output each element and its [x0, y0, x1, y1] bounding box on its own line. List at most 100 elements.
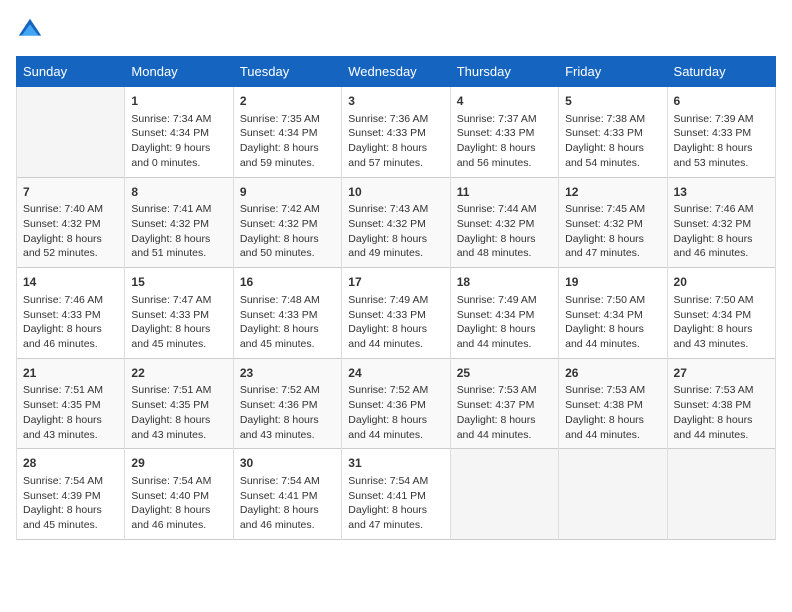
day-number: 2: [240, 93, 335, 110]
day-info: Sunrise: 7:54 AM Sunset: 4:41 PM Dayligh…: [348, 474, 443, 533]
calendar-cell: 10Sunrise: 7:43 AM Sunset: 4:32 PM Dayli…: [342, 177, 450, 268]
day-info: Sunrise: 7:52 AM Sunset: 4:36 PM Dayligh…: [348, 383, 443, 442]
calendar-cell: 23Sunrise: 7:52 AM Sunset: 4:36 PM Dayli…: [233, 358, 341, 449]
calendar-cell: 14Sunrise: 7:46 AM Sunset: 4:33 PM Dayli…: [17, 268, 125, 359]
day-info: Sunrise: 7:47 AM Sunset: 4:33 PM Dayligh…: [131, 293, 226, 352]
calendar-cell: [559, 449, 667, 540]
day-info: Sunrise: 7:42 AM Sunset: 4:32 PM Dayligh…: [240, 202, 335, 261]
day-number: 15: [131, 274, 226, 291]
day-info: Sunrise: 7:52 AM Sunset: 4:36 PM Dayligh…: [240, 383, 335, 442]
day-info: Sunrise: 7:54 AM Sunset: 4:41 PM Dayligh…: [240, 474, 335, 533]
calendar-cell: 4Sunrise: 7:37 AM Sunset: 4:33 PM Daylig…: [450, 87, 558, 178]
calendar-cell: 26Sunrise: 7:53 AM Sunset: 4:38 PM Dayli…: [559, 358, 667, 449]
day-number: 19: [565, 274, 660, 291]
calendar-cell: [17, 87, 125, 178]
calendar-cell: 27Sunrise: 7:53 AM Sunset: 4:38 PM Dayli…: [667, 358, 775, 449]
day-info: Sunrise: 7:43 AM Sunset: 4:32 PM Dayligh…: [348, 202, 443, 261]
day-info: Sunrise: 7:35 AM Sunset: 4:34 PM Dayligh…: [240, 112, 335, 171]
day-info: Sunrise: 7:49 AM Sunset: 4:33 PM Dayligh…: [348, 293, 443, 352]
day-info: Sunrise: 7:39 AM Sunset: 4:33 PM Dayligh…: [674, 112, 769, 171]
day-info: Sunrise: 7:37 AM Sunset: 4:33 PM Dayligh…: [457, 112, 552, 171]
column-header-tuesday: Tuesday: [233, 57, 341, 87]
day-info: Sunrise: 7:49 AM Sunset: 4:34 PM Dayligh…: [457, 293, 552, 352]
column-header-monday: Monday: [125, 57, 233, 87]
calendar-cell: 16Sunrise: 7:48 AM Sunset: 4:33 PM Dayli…: [233, 268, 341, 359]
day-number: 5: [565, 93, 660, 110]
calendar-header: SundayMondayTuesdayWednesdayThursdayFrid…: [17, 57, 776, 87]
day-info: Sunrise: 7:53 AM Sunset: 4:38 PM Dayligh…: [674, 383, 769, 442]
day-number: 1: [131, 93, 226, 110]
day-number: 20: [674, 274, 769, 291]
calendar-cell: 25Sunrise: 7:53 AM Sunset: 4:37 PM Dayli…: [450, 358, 558, 449]
day-info: Sunrise: 7:53 AM Sunset: 4:38 PM Dayligh…: [565, 383, 660, 442]
day-number: 28: [23, 455, 118, 472]
day-info: Sunrise: 7:51 AM Sunset: 4:35 PM Dayligh…: [131, 383, 226, 442]
calendar-cell: 13Sunrise: 7:46 AM Sunset: 4:32 PM Dayli…: [667, 177, 775, 268]
calendar-cell: [667, 449, 775, 540]
day-info: Sunrise: 7:40 AM Sunset: 4:32 PM Dayligh…: [23, 202, 118, 261]
day-info: Sunrise: 7:50 AM Sunset: 4:34 PM Dayligh…: [674, 293, 769, 352]
day-info: Sunrise: 7:46 AM Sunset: 4:32 PM Dayligh…: [674, 202, 769, 261]
day-number: 13: [674, 184, 769, 201]
day-info: Sunrise: 7:48 AM Sunset: 4:33 PM Dayligh…: [240, 293, 335, 352]
calendar-week-5: 28 Sunrise: 7:54 AM Sunset: 4:39 PM Dayli…: [17, 449, 776, 540]
calendar-week-3: 14Sunrise: 7:46 AM Sunset: 4:33 PM Dayli…: [17, 268, 776, 359]
column-header-sunday: Sunday: [17, 57, 125, 87]
day-number: 27: [674, 365, 769, 382]
day-number: 11: [457, 184, 552, 201]
calendar-cell: 11Sunrise: 7:44 AM Sunset: 4:32 PM Dayli…: [450, 177, 558, 268]
calendar-cell: 3Sunrise: 7:36 AM Sunset: 4:33 PM Daylig…: [342, 87, 450, 178]
calendar-cell: 17 Sunrise: 7:49 AM Sunset: 4:33 PM Dayli…: [342, 268, 450, 359]
calendar-cell: 18 Sunrise: 7:49 AM Sunset: 4:34 PM Dayli…: [450, 268, 558, 359]
day-info: Sunrise: 7:54 AM Sunset: 4:40 PM Dayligh…: [131, 474, 226, 533]
day-number: 10: [348, 184, 443, 201]
calendar-cell: [450, 449, 558, 540]
day-number: 23: [240, 365, 335, 382]
day-number: 22: [131, 365, 226, 382]
calendar-cell: 9Sunrise: 7:42 AM Sunset: 4:32 PM Daylig…: [233, 177, 341, 268]
day-number: 24: [348, 365, 443, 382]
column-header-thursday: Thursday: [450, 57, 558, 87]
day-number: 12: [565, 184, 660, 201]
day-number: 29: [131, 455, 226, 472]
calendar-cell: 20 Sunrise: 7:50 AM Sunset: 4:34 PM Dayli…: [667, 268, 775, 359]
calendar-cell: 8Sunrise: 7:41 AM Sunset: 4:32 PM Daylig…: [125, 177, 233, 268]
column-header-saturday: Saturday: [667, 57, 775, 87]
day-number: 9: [240, 184, 335, 201]
calendar-cell: 22Sunrise: 7:51 AM Sunset: 4:35 PM Dayli…: [125, 358, 233, 449]
day-number: 25: [457, 365, 552, 382]
day-number: 6: [674, 93, 769, 110]
column-header-wednesday: Wednesday: [342, 57, 450, 87]
calendar-cell: 29 Sunrise: 7:54 AM Sunset: 4:40 PM Dayli…: [125, 449, 233, 540]
logo: [16, 16, 48, 44]
calendar-cell: 15 Sunrise: 7:47 AM Sunset: 4:33 PM Dayli…: [125, 268, 233, 359]
calendar-cell: 19 Sunrise: 7:50 AM Sunset: 4:34 PM Dayli…: [559, 268, 667, 359]
day-info: Sunrise: 7:34 AM Sunset: 4:34 PM Dayligh…: [131, 112, 226, 171]
day-info: Sunrise: 7:45 AM Sunset: 4:32 PM Dayligh…: [565, 202, 660, 261]
calendar-week-4: 21Sunrise: 7:51 AM Sunset: 4:35 PM Dayli…: [17, 358, 776, 449]
logo-icon: [16, 16, 44, 44]
day-number: 31: [348, 455, 443, 472]
calendar-cell: 7Sunrise: 7:40 AM Sunset: 4:32 PM Daylig…: [17, 177, 125, 268]
day-number: 18: [457, 274, 552, 291]
day-info: Sunrise: 7:50 AM Sunset: 4:34 PM Dayligh…: [565, 293, 660, 352]
day-info: Sunrise: 7:54 AM Sunset: 4:39 PM Dayligh…: [23, 474, 118, 533]
calendar-cell: 31 Sunrise: 7:54 AM Sunset: 4:41 PM Dayli…: [342, 449, 450, 540]
calendar-table: SundayMondayTuesdayWednesdayThursdayFrid…: [16, 56, 776, 540]
day-number: 17: [348, 274, 443, 291]
day-info: Sunrise: 7:36 AM Sunset: 4:33 PM Dayligh…: [348, 112, 443, 171]
day-number: 30: [240, 455, 335, 472]
column-header-friday: Friday: [559, 57, 667, 87]
day-number: 26: [565, 365, 660, 382]
calendar-cell: 30 Sunrise: 7:54 AM Sunset: 4:41 PM Dayli…: [233, 449, 341, 540]
calendar-cell: 21Sunrise: 7:51 AM Sunset: 4:35 PM Dayli…: [17, 358, 125, 449]
calendar-cell: 2 Sunrise: 7:35 AM Sunset: 4:34 PM Daylig…: [233, 87, 341, 178]
day-info: Sunrise: 7:41 AM Sunset: 4:32 PM Dayligh…: [131, 202, 226, 261]
day-number: 14: [23, 274, 118, 291]
day-number: 7: [23, 184, 118, 201]
day-info: Sunrise: 7:53 AM Sunset: 4:37 PM Dayligh…: [457, 383, 552, 442]
calendar-cell: 1 Sunrise: 7:34 AM Sunset: 4:34 PM Daylig…: [125, 87, 233, 178]
day-number: 8: [131, 184, 226, 201]
day-info: Sunrise: 7:38 AM Sunset: 4:33 PM Dayligh…: [565, 112, 660, 171]
calendar-cell: 24Sunrise: 7:52 AM Sunset: 4:36 PM Dayli…: [342, 358, 450, 449]
